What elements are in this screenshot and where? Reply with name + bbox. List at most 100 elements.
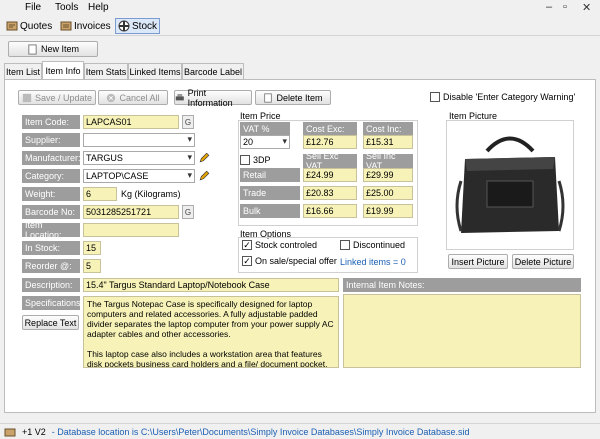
trade-label: Trade — [240, 186, 300, 200]
on-sale-label: On sale/special offer — [255, 256, 337, 266]
status-bar: +1 V2 - Database location is C:\Users\Pe… — [0, 423, 600, 439]
bulk-inc-field[interactable]: £19.99 — [363, 204, 413, 218]
in-stock-field[interactable]: 15 — [83, 241, 101, 255]
stock-controlled-label: Stock controled — [255, 240, 318, 250]
bulk-exc-field[interactable]: £16.66 — [303, 204, 357, 218]
stock-controlled-checkbox[interactable]: ✓ Stock controled — [242, 240, 317, 250]
menu-bar: File Tools Help – ▫ ✕ — [0, 0, 600, 16]
disable-warning-label: Disable 'Enter Category Warning' — [443, 92, 576, 102]
in-stock-label: In Stock: — [22, 241, 80, 255]
linked-items-link[interactable]: Linked items = 0 — [340, 257, 406, 267]
supplier-dropdown[interactable] — [83, 133, 195, 147]
edit-manufacturer-icon[interactable] — [198, 151, 211, 164]
invoices-icon — [60, 21, 72, 31]
tab-item-info[interactable]: Item Info — [42, 61, 84, 79]
retail-exc-field[interactable]: £24.99 — [303, 168, 357, 182]
vat-dropdown[interactable]: 20 — [240, 135, 290, 149]
insert-picture-button[interactable]: Insert Picture — [448, 254, 508, 269]
menu-tools[interactable]: Tools — [55, 2, 78, 13]
discontinued-label: Discontinued — [353, 240, 406, 250]
print-label: Print Information — [187, 87, 233, 108]
quotes-button[interactable]: Quotes — [4, 18, 54, 34]
item-code-field[interactable]: LAPCAS01 — [83, 115, 179, 129]
cancel-all-button[interactable]: Cancel All — [98, 90, 168, 105]
printer-icon — [175, 93, 184, 100]
new-item-button[interactable]: New Item — [8, 41, 98, 57]
cost-inc-field[interactable]: £15.31 — [363, 135, 413, 149]
replace-text-button[interactable]: Replace Text — [22, 315, 79, 330]
stock-controlled-box[interactable]: ✓ — [242, 240, 252, 250]
on-sale-checkbox[interactable]: ✓ On sale/special offer — [242, 256, 337, 266]
cost-inc-label: Cost Inc: — [363, 122, 413, 136]
cost-exc-label: Cost Exc: — [303, 122, 357, 136]
menu-help[interactable]: Help — [88, 2, 109, 13]
vat-label: VAT % — [240, 122, 290, 136]
barcode-generate-button[interactable]: G — [182, 205, 194, 219]
threedp-box[interactable] — [240, 155, 250, 165]
cancel-icon — [107, 93, 116, 102]
menu-file[interactable]: File — [25, 2, 41, 13]
category-dropdown[interactable]: LAPTOP\CASE — [83, 169, 195, 183]
app-icon — [4, 428, 16, 436]
close-icon[interactable]: ✕ — [582, 1, 591, 14]
description-field[interactable]: 15.4" Targus Standard Laptop/Notebook Ca… — [83, 278, 339, 292]
delete-item-button[interactable]: Delete Item — [255, 90, 331, 105]
retail-label: Retail — [240, 168, 300, 182]
save-label: Save / Update — [34, 92, 93, 103]
manufacturer-dropdown[interactable]: TARGUS — [83, 151, 195, 165]
save-update-button[interactable]: Save / Update — [18, 90, 96, 105]
supplier-label: Supplier: — [22, 133, 80, 147]
edit-category-icon[interactable] — [198, 169, 211, 182]
threedp-checkbox[interactable]: 3DP — [240, 155, 271, 165]
disable-category-warning-checkbox[interactable]: Disable 'Enter Category Warning' — [430, 92, 575, 102]
item-location-label: Item Location: — [22, 220, 80, 240]
barcode-label: Barcode No: — [22, 205, 80, 219]
save-icon — [22, 93, 32, 102]
maximize-icon[interactable]: ▫ — [563, 1, 567, 13]
manufacturer-label: Manufacturer: — [22, 151, 81, 165]
weight-label: Weight: — [22, 187, 80, 201]
weight-field[interactable]: 6 — [83, 187, 117, 201]
tab-item-list[interactable]: Item List — [4, 63, 42, 79]
retail-inc-field[interactable]: £29.99 — [363, 168, 413, 182]
tab-barcode-label[interactable]: Barcode Label — [182, 63, 244, 79]
item-code-label: Item Code: — [22, 115, 80, 129]
bulk-label: Bulk — [240, 204, 300, 218]
threedp-label: 3DP — [253, 155, 271, 165]
on-sale-box[interactable]: ✓ — [242, 256, 252, 266]
sell-inc-label: Sell Inc VAT — [363, 151, 413, 171]
tab-linked-items[interactable]: Linked Items — [128, 63, 182, 79]
specifications-label: Specifications: — [22, 296, 83, 310]
description-label: Description: — [22, 278, 80, 292]
quotes-icon — [6, 21, 18, 31]
internal-notes-textarea[interactable] — [343, 294, 581, 368]
discontinued-checkbox[interactable]: Discontinued — [340, 240, 405, 250]
reorder-field[interactable]: 5 — [83, 259, 101, 273]
minimize-icon[interactable]: – — [546, 1, 552, 13]
reorder-label: Reorder @: — [22, 259, 80, 273]
stock-icon — [118, 20, 130, 32]
item-location-field[interactable] — [83, 223, 179, 237]
database-location-text: - Database location is C:\Users\Peter\Do… — [51, 426, 470, 437]
new-item-label: New Item — [40, 44, 79, 54]
delete-picture-button[interactable]: Delete Picture — [512, 254, 574, 269]
laptop-case-image — [455, 136, 565, 233]
new-item-icon — [28, 43, 37, 55]
print-information-button[interactable]: Print Information — [174, 87, 252, 108]
discontinued-box[interactable] — [340, 240, 350, 250]
trade-exc-field[interactable]: £20.83 — [303, 186, 357, 200]
item-picture-frame — [446, 120, 574, 250]
disable-warning-box[interactable] — [430, 92, 440, 102]
tab-item-stats[interactable]: Item Stats — [84, 63, 128, 79]
trade-inc-field[interactable]: £25.00 — [363, 186, 413, 200]
item-code-generate-button[interactable]: G — [182, 115, 194, 129]
specifications-textarea[interactable]: The Targus Notepac Case is specifically … — [83, 296, 339, 368]
cancel-label: Cancel All — [119, 92, 160, 103]
category-label: Category: — [22, 169, 80, 183]
cost-exc-field[interactable]: £12.76 — [303, 135, 357, 149]
delete-label: Delete Item — [276, 92, 323, 103]
stock-button[interactable]: Stock — [115, 18, 161, 34]
sell-exc-label: Sell Exc VAT — [303, 151, 357, 171]
barcode-field[interactable]: 5031285251721 — [83, 205, 179, 219]
invoices-button[interactable]: Invoices — [58, 18, 113, 34]
